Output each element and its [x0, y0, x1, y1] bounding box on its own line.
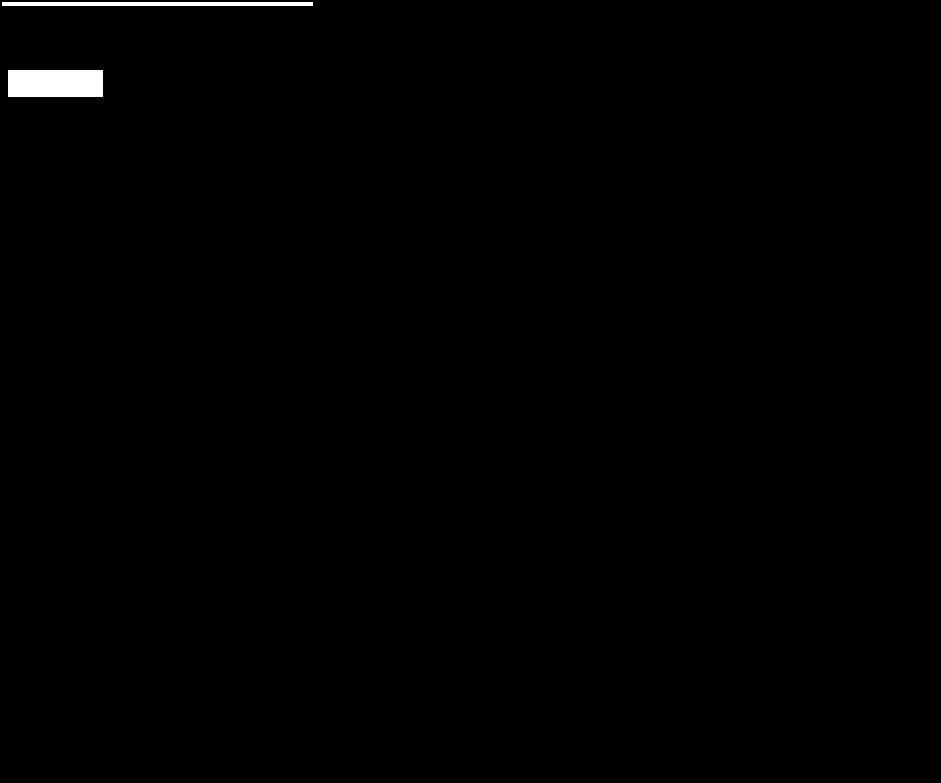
spectrum-panel-canvas [858, 0, 941, 783]
capture-info-box [2, 2, 313, 6]
spectrum-analyzer-panel [858, 0, 941, 783]
colorbar-ticks-canvas [8, 70, 103, 97]
colorbar-gradient [8, 53, 103, 70]
spectrogram-screen-capture [0, 0, 941, 783]
colorbar-scale [8, 70, 103, 97]
frequency-axis [819, 0, 858, 783]
waterfall-canvas [0, 0, 819, 783]
frequency-axis-canvas [819, 0, 858, 783]
colorbar [8, 53, 103, 97]
